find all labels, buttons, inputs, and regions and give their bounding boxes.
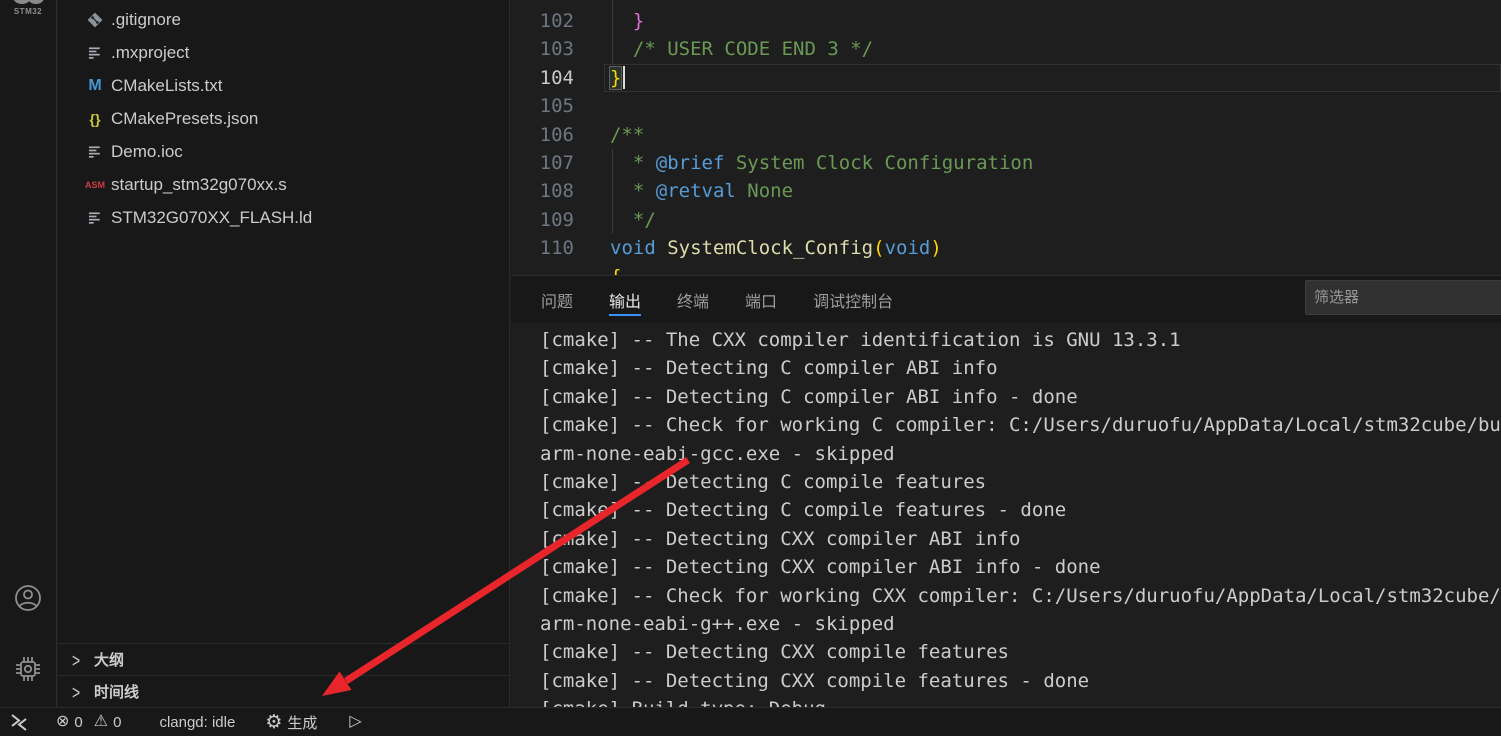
line-number: 108 (511, 177, 574, 205)
file-list: .gitignore .mxproject M CMakeLists.txt {… (58, 0, 509, 234)
cmake-icon: M (85, 77, 105, 95)
remote-indicator[interactable] (4, 708, 34, 736)
sidebar-sections: > 大纲 > 时间线 (58, 643, 509, 707)
output-line: [cmake] -- Detecting CXX compile feature… (540, 667, 1501, 695)
code-lines: 102 } 103 /* USER CODE END 3 */ 104 } 10… (511, 0, 1501, 275)
status-bar: ⊗ 0 ⚠ 0 clangd: idle ⚙ 生成 ▷ (0, 707, 1501, 736)
code-line: { (511, 263, 1501, 275)
code-line: 110 void SystemClock_Config(void) (511, 234, 1501, 262)
output-line: [cmake] -- Detecting CXX compile feature… (540, 638, 1501, 666)
panel-tab-debug-console[interactable]: 调试控制台 (813, 276, 893, 323)
document-icon (85, 144, 105, 159)
output-log[interactable]: [cmake] -- The CXX compiler identificati… (511, 323, 1501, 710)
activity-bar: STM32 (0, 0, 57, 707)
panel-tab-problems[interactable]: 问题 (541, 276, 573, 323)
output-line: [cmake] -- Detecting CXX compiler ABI in… (540, 525, 1501, 553)
code-line: 102 } (511, 7, 1501, 35)
output-line: [cmake] -- Detecting C compile features (540, 468, 1501, 496)
line-number: 104 (511, 64, 574, 92)
output-line: [cmake] -- Check for working CXX compile… (540, 582, 1501, 610)
code-line: 107 * @brief System Clock Configuration (511, 149, 1501, 177)
file-item-gitignore[interactable]: .gitignore (58, 3, 509, 36)
file-name: STM32G070XX_FLASH.ld (111, 208, 312, 228)
panel-tab-ports[interactable]: 端口 (745, 276, 777, 323)
outline-section-header[interactable]: > 大纲 (58, 643, 509, 675)
panel-tab-terminal[interactable]: 终端 (677, 276, 709, 323)
clangd-status[interactable]: clangd: idle (155, 708, 239, 736)
line-number: 102 (511, 7, 574, 35)
play-icon: ▷ (349, 714, 361, 730)
error-icon: ⊗ (56, 714, 69, 730)
asm-icon: ASM (85, 180, 105, 190)
output-line: [cmake] -- Check for working C compiler:… (540, 411, 1501, 439)
gear-icon: ⚙ (265, 713, 282, 732)
file-name: .mxproject (111, 43, 189, 63)
chevron-right-icon: > (72, 680, 94, 702)
code-line-current: 104 } (511, 64, 1501, 92)
code-editor[interactable]: 102 } 103 /* USER CODE END 3 */ 104 } 10… (511, 0, 1501, 275)
chip-settings-icon[interactable] (0, 655, 56, 683)
file-item-mxproject[interactable]: .mxproject (58, 36, 509, 69)
remote-icon (8, 711, 30, 733)
output-line: [cmake] -- Detecting C compiler ABI info… (540, 383, 1501, 411)
code-line: 109 */ (511, 206, 1501, 234)
file-item-cmakelists[interactable]: M CMakeLists.txt (58, 69, 509, 102)
json-icon: {} (85, 111, 105, 127)
line-number (511, 263, 574, 275)
code-line: 106 /** (511, 121, 1501, 149)
file-name: CMakePresets.json (111, 109, 258, 129)
code-line: 108 * @retval None (511, 177, 1501, 205)
file-item-startup-asm[interactable]: ASM startup_stm32g070xx.s (58, 168, 509, 201)
account-icon[interactable] (0, 584, 56, 612)
document-icon (85, 45, 105, 60)
line-number: 110 (511, 234, 574, 262)
file-item-cmakepresets[interactable]: {} CMakePresets.json (58, 102, 509, 135)
matched-bracket: } (610, 67, 621, 89)
file-name: .gitignore (111, 10, 181, 30)
output-line: [cmake] -- Detecting C compile features … (540, 496, 1501, 524)
vscode-window: STM32 (0, 0, 1501, 736)
code-line: 105 (511, 92, 1501, 120)
file-item-demo-ioc[interactable]: Demo.ioc (58, 135, 509, 168)
output-line: [cmake] -- Detecting C compiler ABI info (540, 354, 1501, 382)
panel-tab-output[interactable]: 输出 (609, 276, 641, 323)
problems-status[interactable]: ⊗ 0 ⚠ 0 (52, 708, 125, 736)
explorer-sidebar: .gitignore .mxproject M CMakeLists.txt {… (58, 0, 510, 707)
build-button[interactable]: ⚙ 生成 (261, 708, 321, 736)
file-name: startup_stm32g070xx.s (111, 175, 287, 195)
bottom-panel: 问题 输出 终端 端口 调试控制台 [cmake] -- The CXX com… (511, 275, 1501, 707)
run-button[interactable]: ▷ (345, 708, 365, 736)
chevron-right-icon: > (72, 648, 94, 670)
filter-input[interactable] (1305, 280, 1501, 315)
line-number: 106 (511, 121, 574, 149)
line-number: 107 (511, 149, 574, 177)
line-number: 105 (511, 92, 574, 120)
file-name: CMakeLists.txt (111, 76, 222, 96)
git-icon (85, 12, 105, 28)
output-line: [cmake] -- Detecting CXX compiler ABI in… (540, 553, 1501, 581)
panel-tab-bar: 问题 输出 终端 端口 调试控制台 (511, 276, 1501, 323)
build-label: 生成 (287, 712, 317, 733)
code-line: 103 /* USER CODE END 3 */ (511, 35, 1501, 63)
file-item-flash-ld[interactable]: STM32G070XX_FLASH.ld (58, 201, 509, 234)
file-name: Demo.ioc (111, 142, 183, 162)
line-number: 103 (511, 35, 574, 63)
warning-count: 0 (113, 714, 121, 731)
output-line: arm-none-eabi-gcc.exe - skipped (540, 440, 1501, 468)
output-line: [cmake] -- The CXX compiler identificati… (540, 326, 1501, 354)
stm32-extension-icon[interactable]: STM32 (0, 0, 56, 34)
document-icon (85, 210, 105, 225)
line-number: 109 (511, 206, 574, 234)
warning-icon: ⚠ (94, 714, 108, 730)
stm32-logo-label: STM32 (14, 7, 42, 16)
timeline-section-header[interactable]: > 时间线 (58, 675, 509, 707)
output-line: arm-none-eabi-g++.exe - skipped (540, 610, 1501, 638)
error-count: 0 (74, 714, 82, 731)
